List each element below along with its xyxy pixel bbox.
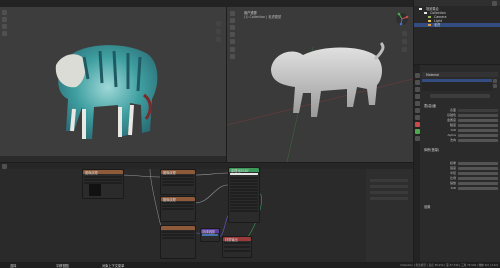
collection-icon bbox=[419, 7, 422, 11]
node-links bbox=[119, 168, 262, 246]
pan-hand-icon[interactable] bbox=[216, 29, 221, 34]
render-viewport[interactable] bbox=[0, 7, 226, 162]
world-tab-icon[interactable] bbox=[414, 101, 420, 106]
image-texture-node[interactable]: 图像纹理 bbox=[160, 169, 196, 195]
render-tab-icon[interactable] bbox=[414, 80, 420, 85]
image-texture-node[interactable] bbox=[160, 225, 196, 259]
surface-row[interactable]: 法向 bbox=[434, 138, 498, 143]
volume-section-title[interactable]: 体积(音量) bbox=[424, 147, 439, 152]
solid-viewport[interactable]: 用户透视 (1) Collection | 老虎模型 bbox=[227, 7, 413, 162]
value-row[interactable]: 强度 bbox=[434, 166, 498, 171]
surface-row[interactable]: Alpha bbox=[434, 133, 498, 138]
value-row[interactable]: 比例 bbox=[434, 176, 498, 181]
zoom-icon[interactable] bbox=[216, 21, 221, 26]
surface-section-title[interactable]: 表(曲)面 bbox=[424, 103, 436, 108]
visibility-column bbox=[486, 7, 498, 27]
collection-icon bbox=[424, 11, 427, 15]
viewport-bottom-bar bbox=[0, 156, 226, 162]
outliner-panel[interactable]: 场景集合 Collection Camera Light 老虎 bbox=[414, 0, 500, 64]
material-tab-icon[interactable] bbox=[414, 122, 420, 127]
normal-map-node[interactable]: 法线贴图 bbox=[200, 228, 220, 242]
image-texture-node[interactable]: 图像纹理 bbox=[82, 169, 124, 199]
material-output-node[interactable]: 材质输出 bbox=[222, 236, 252, 258]
image-texture-node[interactable]: 图像纹理 bbox=[160, 196, 196, 222]
cursor-tool-icon[interactable] bbox=[2, 10, 7, 15]
data-tab-icon[interactable] bbox=[414, 129, 420, 134]
move-tool-icon[interactable] bbox=[2, 17, 7, 22]
material-name[interactable]: Material bbox=[426, 73, 439, 77]
node-sidebar[interactable] bbox=[366, 169, 413, 262]
material-datablock[interactable] bbox=[430, 94, 490, 98]
surface-row[interactable]: 表面 bbox=[434, 108, 498, 113]
outliner-header bbox=[414, 0, 500, 6]
principled-bsdf-node[interactable]: 原理化BSDF bbox=[228, 167, 260, 223]
rotate-tool-icon[interactable] bbox=[2, 24, 7, 29]
value-row[interactable]: 缩放 bbox=[434, 181, 498, 186]
shader-node-editor[interactable]: 图像纹理 图像纹理 图像纹理 原理化BSDF 法线贴图 材质输出 bbox=[0, 163, 413, 262]
camera-view-icon[interactable] bbox=[216, 37, 221, 42]
texture-tab-icon[interactable] bbox=[414, 136, 420, 141]
status-hint-menu: 对象上下文菜单 bbox=[102, 264, 125, 268]
status-hint-pan: 平移视图 bbox=[56, 264, 69, 268]
scene-tab-icon[interactable] bbox=[414, 94, 420, 99]
output-tab-icon[interactable] bbox=[414, 87, 420, 92]
material-slot-selected[interactable] bbox=[422, 79, 492, 82]
tool-tab-icon[interactable] bbox=[414, 73, 420, 78]
status-hint-select: 选择 bbox=[10, 264, 17, 268]
properties-panel[interactable]: Material 表(曲)面 表面 基础色 金属度 糙度 IOR Alpha 法… bbox=[414, 65, 500, 262]
tiger-solid-model bbox=[271, 41, 385, 117]
value-row[interactable]: 权重 bbox=[434, 161, 498, 166]
mesh-icon bbox=[428, 23, 431, 27]
add-slot-button[interactable] bbox=[493, 79, 497, 83]
camera-icon bbox=[428, 15, 431, 19]
surface-row[interactable]: IOR bbox=[434, 128, 498, 133]
surface-row[interactable]: 糙度 bbox=[434, 123, 498, 128]
value-row[interactable]: 半径 bbox=[434, 171, 498, 176]
light-icon bbox=[428, 19, 431, 23]
status-scene-stats: Collection | 老虎模型 | 顶点 38,252 | 面 37,744… bbox=[400, 264, 498, 268]
scale-tool-icon[interactable] bbox=[2, 31, 7, 36]
filter-icon[interactable] bbox=[492, 0, 497, 6]
modifier-tab-icon[interactable] bbox=[414, 115, 420, 120]
top-menu-bar bbox=[0, 0, 413, 7]
texture-preview bbox=[89, 184, 101, 196]
surface-row[interactable]: 金属度 bbox=[434, 118, 498, 123]
status-bar: 选择 平移视图 对象上下文菜单 Collection | 老虎模型 | 顶点 3… bbox=[0, 262, 500, 268]
value-row[interactable]: IOR bbox=[434, 186, 498, 191]
tiger-render bbox=[55, 45, 158, 139]
surface-row[interactable]: 基础色 bbox=[434, 113, 498, 118]
remove-slot-button[interactable] bbox=[493, 84, 497, 88]
settings-section-title[interactable]: 设置 bbox=[424, 204, 430, 209]
object-tab-icon[interactable] bbox=[414, 108, 420, 113]
